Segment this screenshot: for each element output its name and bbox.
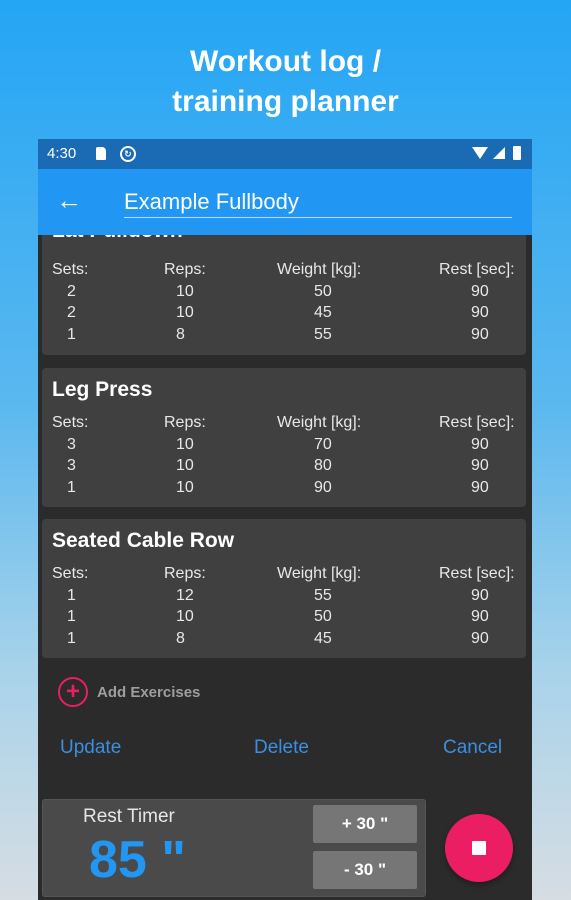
table-header-row: Sets: Reps: Weight [kg]: Rest [sec]: [42, 261, 526, 283]
weight-header: Weight [kg]: [277, 414, 362, 431]
exercise-card[interactable]: Lat Pulldown Sets: Reps: Weight [kg]: Re… [42, 235, 526, 355]
cancel-button[interactable]: Cancel [443, 737, 502, 759]
table-row: 3 10 80 90 [42, 457, 526, 479]
sets-value: 1 [67, 629, 76, 647]
status-bar: 4:30 ↻ [38, 139, 532, 169]
weight-value: 55 [314, 325, 332, 343]
reps-header: Reps: [164, 414, 206, 431]
plus-circle-icon: + [58, 677, 88, 707]
rest-value: 90 [471, 457, 489, 474]
reps-header: Reps: [164, 565, 206, 582]
stop-timer-button[interactable] [445, 814, 513, 882]
weight-value: 80 [314, 457, 332, 474]
workout-title-input[interactable]: Example Fullbody [124, 189, 512, 218]
weight-value: 50 [314, 608, 332, 625]
rest-header: Rest [sec]: [439, 565, 515, 582]
add-exercises-label: Add Exercises [97, 684, 201, 701]
exercise-card[interactable]: Leg Press Sets: Reps: Weight [kg]: Rest … [42, 368, 526, 507]
subtract-30-seconds-button[interactable]: - 30 " [313, 851, 417, 889]
table-row: 3 10 70 90 [42, 436, 526, 458]
app-bar: ← Example Fullbody [38, 169, 532, 235]
table-row: 2 10 45 90 [42, 304, 526, 326]
sets-value: 2 [67, 304, 76, 321]
reps-value: 10 [176, 478, 194, 496]
reps-value: 12 [176, 586, 194, 604]
table-row: 1 10 90 90 [42, 479, 526, 501]
weight-value: 45 [314, 304, 332, 321]
table-row: 2 10 50 90 [42, 283, 526, 305]
rest-timer-value: 85 " [89, 831, 186, 889]
exercise-sets-table: Sets: Reps: Weight [kg]: Rest [sec]: 3 1… [42, 414, 526, 500]
exercise-name: Leg Press [52, 378, 153, 401]
sets-value: 1 [67, 608, 76, 625]
table-header-row: Sets: Reps: Weight [kg]: Rest [sec]: [42, 414, 526, 436]
sets-value: 3 [67, 435, 76, 453]
reps-value: 8 [176, 629, 185, 647]
exercise-list[interactable]: Lat Pulldown Sets: Reps: Weight [kg]: Re… [38, 235, 532, 665]
sets-value: 1 [67, 325, 76, 343]
delete-button[interactable]: Delete [254, 737, 309, 759]
reps-value: 10 [176, 304, 194, 321]
weight-value: 45 [314, 629, 332, 647]
table-row: 1 8 45 90 [42, 630, 526, 652]
exercise-name: Lat Pulldown [52, 235, 183, 243]
rest-value: 90 [471, 608, 489, 625]
rest-header: Rest [sec]: [439, 414, 515, 431]
promo-headline: Workout log / training planner [0, 42, 571, 122]
sets-value: 1 [67, 586, 76, 604]
wifi-icon [472, 147, 488, 159]
weight-header: Weight [kg]: [277, 565, 362, 582]
sets-header: Sets: [52, 261, 89, 278]
sd-card-icon [96, 147, 106, 160]
rest-timer-label: Rest Timer [83, 806, 175, 827]
sets-header: Sets: [52, 565, 89, 582]
rest-value: 90 [471, 586, 489, 604]
rest-value: 90 [471, 629, 489, 647]
reps-value: 10 [176, 435, 194, 453]
signal-icon [493, 147, 505, 159]
weight-value: 70 [314, 435, 332, 453]
stop-icon [472, 841, 486, 855]
sync-icon: ↻ [120, 146, 136, 162]
reps-value: 10 [176, 457, 194, 474]
exercise-sets-table: Sets: Reps: Weight [kg]: Rest [sec]: 2 1… [42, 261, 526, 347]
promo-line-2: training planner [172, 85, 399, 118]
update-button[interactable]: Update [60, 737, 121, 759]
table-header-row: Sets: Reps: Weight [kg]: Rest [sec]: [42, 565, 526, 587]
promo-line-1: Workout log / [189, 45, 382, 78]
table-row: 1 8 55 90 [42, 326, 526, 348]
rest-value: 90 [471, 478, 489, 496]
reps-value: 8 [176, 325, 185, 343]
exercise-name: Seated Cable Row [52, 529, 235, 552]
reps-value: 10 [176, 282, 194, 300]
add-30-seconds-button[interactable]: + 30 " [313, 805, 417, 843]
table-row: 1 10 50 90 [42, 608, 526, 630]
table-row: 1 12 55 90 [42, 587, 526, 609]
rest-header: Rest [sec]: [439, 261, 515, 278]
sets-value: 2 [67, 282, 76, 300]
sets-header: Sets: [52, 414, 89, 431]
phone-screen: 4:30 ↻ ← Example Fullbody Lat Pulldown S… [38, 139, 532, 900]
reps-header: Reps: [164, 261, 206, 278]
rest-value: 90 [471, 325, 489, 343]
battery-icon [513, 146, 521, 160]
action-bar: Update Delete Cancel [38, 737, 532, 767]
weight-value: 90 [314, 478, 332, 496]
rest-timer-panel: Rest Timer 85 " + 30 " - 30 " [42, 799, 426, 897]
weight-header: Weight [kg]: [277, 261, 362, 278]
weight-value: 50 [314, 282, 332, 300]
weight-value: 55 [314, 586, 332, 604]
rest-value: 90 [471, 435, 489, 453]
arrow-left-icon[interactable]: ← [56, 185, 82, 215]
sets-value: 1 [67, 478, 76, 496]
exercise-sets-table: Sets: Reps: Weight [kg]: Rest [sec]: 1 1… [42, 565, 526, 651]
rest-value: 90 [471, 282, 489, 300]
rest-value: 90 [471, 304, 489, 321]
status-time: 4:30 [47, 145, 77, 162]
sets-value: 3 [67, 457, 76, 474]
reps-value: 10 [176, 608, 194, 625]
exercise-card[interactable]: Seated Cable Row Sets: Reps: Weight [kg]… [42, 519, 526, 658]
